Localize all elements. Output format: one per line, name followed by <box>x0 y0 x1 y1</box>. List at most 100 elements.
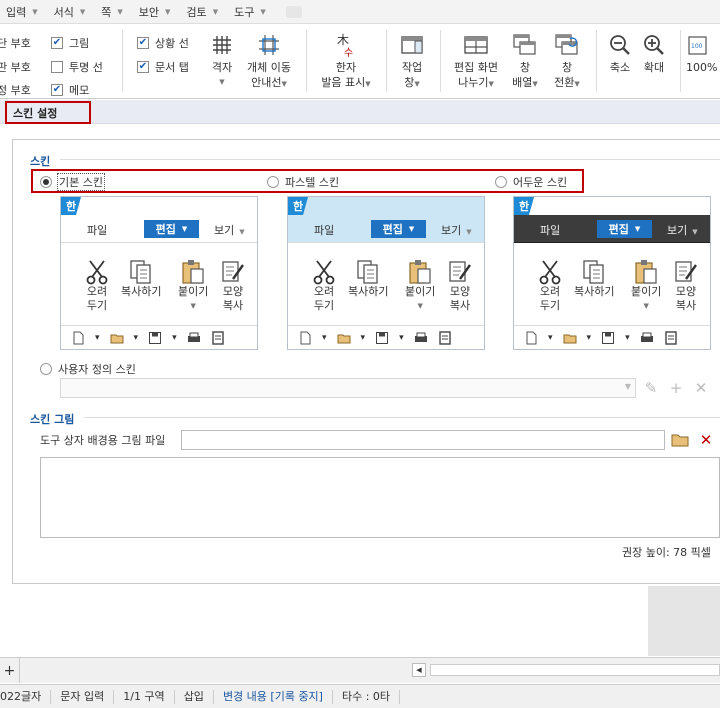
scissors-icon <box>86 260 108 285</box>
copy-tool: 복사하기 <box>121 259 161 299</box>
paste-tool: 붙이기 ▼ <box>178 259 208 313</box>
print-icon <box>414 332 427 342</box>
format-copy-tool: 모양 복사 <box>221 259 245 313</box>
status-section[interactable]: 1/1 구역 <box>114 689 175 704</box>
menu-review[interactable]: 검토 ▼ <box>186 4 218 20</box>
chevron-down-icon: ▼ <box>634 225 641 233</box>
check-paragraph-marks[interactable]: 정 부호 <box>0 82 31 98</box>
tab-file: 파일 <box>87 224 108 237</box>
skin-section-title: 스킨 <box>30 155 51 168</box>
chevron-down-icon: ▼ <box>181 225 188 233</box>
zoom-100-button[interactable]: 100 100% <box>686 30 720 75</box>
tab-file: 파일 <box>314 224 335 237</box>
horizontal-scrollbar[interactable]: + ◀ <box>0 657 720 683</box>
menu-bar: 입력 ▼ 서식 ▼ 쪽 ▼ 보안 ▼ 검토 ▼ 도구 ▼ <box>0 0 720 24</box>
chevron-down-icon: ▼ <box>574 80 580 88</box>
background-file-input[interactable] <box>181 430 665 450</box>
ribbon-separator <box>306 30 307 92</box>
dialog-title-bar: 스킨 설정 <box>0 100 720 124</box>
check-picture[interactable]: ✔ 그림 <box>51 35 89 51</box>
zoom-out-button[interactable]: 축소 <box>604 30 636 75</box>
skin-preview-dark[interactable]: 한 파일 편집 ▼ 보기 ▼ 오려 두기 복사하기 붙이기 ▼ 모양 복사 ▾ ▾ ▾ <box>513 196 711 350</box>
zoom-in-button[interactable]: 확대 <box>638 30 670 75</box>
split-window-icon <box>464 30 488 60</box>
chevron-down-icon: ▼ <box>32 7 38 16</box>
hanja-icon: 木수 <box>334 30 358 60</box>
ribbon-separator <box>122 30 123 92</box>
chevron-down-icon: ▼ <box>488 80 494 88</box>
checkbox-icon: ✔ <box>51 37 63 49</box>
app-logo-icon: 한 <box>514 197 534 215</box>
chevron-down-icon: ▼ <box>190 302 196 310</box>
checkbox-icon: ✔ <box>51 84 63 96</box>
work-window-button[interactable]: 작업 창▼ <box>394 30 430 92</box>
chevron-down-icon: ▼ <box>624 382 631 391</box>
menu-input[interactable]: 입력 ▼ <box>6 4 38 20</box>
cut-tool: 오려 두기 <box>312 259 336 313</box>
status-input-mode[interactable]: 문자 입력 <box>51 689 115 704</box>
status-track-changes[interactable]: 변경 내용 [기록 중지] <box>214 689 333 704</box>
ribbon-separator <box>596 30 597 92</box>
check-memo[interactable]: ✔ 메모 <box>51 82 89 98</box>
check-doc-tab[interactable]: ✔ 문서 탭 <box>137 59 189 75</box>
scroll-thumb[interactable] <box>430 664 720 676</box>
add-tab-icon[interactable]: + <box>0 658 20 683</box>
paste-tool: 붙이기 ▼ <box>405 259 435 313</box>
radio-pastel-skin[interactable]: 파스텔 스킨 <box>267 174 339 190</box>
check-page-marks[interactable]: 판 부호 <box>0 59 31 75</box>
chevron-down-icon: ▼ <box>117 7 123 16</box>
app-logo-icon: 한 <box>61 197 81 215</box>
check-transparent-line[interactable]: 투명 선 <box>51 59 103 75</box>
copy-icon <box>357 260 378 284</box>
radio-basic-skin[interactable]: 기본 스킨 <box>40 173 105 191</box>
status-insert-mode[interactable]: 삽입 <box>175 689 214 704</box>
chevron-down-icon: ▼ <box>239 228 245 236</box>
split-view-button[interactable]: 편집 화면 나누기▼ <box>446 30 506 92</box>
save-icon <box>149 331 162 344</box>
radio-icon <box>40 176 52 188</box>
chevron-down-icon: ▼ <box>260 7 266 16</box>
grid-icon <box>211 30 233 60</box>
custom-skin-select[interactable]: ▼ <box>60 378 636 398</box>
skin-preview-basic[interactable]: 한 파일 편집 ▼ 보기 ▼ 오려 두기 복사하기 붙이기 ▼ 모양 복사 ▾ ▾ ▾ <box>60 196 258 350</box>
radio-dark-skin[interactable]: 어두운 스킨 <box>495 174 567 190</box>
edit-pencil-icon[interactable]: ✎ <box>641 378 661 398</box>
radio-custom-skin[interactable]: 사용자 정의 스킨 <box>40 361 136 377</box>
menu-format[interactable]: 서식 ▼ <box>54 4 86 20</box>
menu-page[interactable]: 쪽 ▼ <box>101 4 123 20</box>
open-folder-icon <box>563 334 577 343</box>
menu-security[interactable]: 보안 ▼ <box>139 4 171 20</box>
window-switch-button[interactable]: 창 전환▼ <box>550 30 584 92</box>
add-icon[interactable]: + <box>666 378 686 398</box>
switch-window-icon <box>555 30 579 60</box>
status-bar: 022글자 문자 입력 1/1 구역 삽입 변경 내용 [기록 중지] 타수 :… <box>0 684 720 708</box>
menu-extra-icon[interactable] <box>285 5 302 18</box>
delete-x-icon[interactable]: ✕ <box>691 378 711 398</box>
format-painter-icon <box>222 261 244 282</box>
tab-edit: 편집 ▼ <box>144 220 199 238</box>
format-copy-tool: 모양 복사 <box>448 259 472 313</box>
scroll-left-icon[interactable]: ◀ <box>412 663 426 677</box>
cascade-windows-icon <box>513 30 537 60</box>
new-document-icon <box>73 331 84 344</box>
guide-line-button[interactable]: 개체 이동 안내선▼ <box>240 30 298 92</box>
skin-preview-pastel[interactable]: 한 파일 편집 ▼ 보기 ▼ 오려 두기 복사하기 붙이기 ▼ 모양 복사 ▾ ▾ ▾ <box>287 196 485 350</box>
app-logo-icon: 한 <box>288 197 308 215</box>
tab-view: 보기 ▼ <box>441 224 472 237</box>
window-arrange-button[interactable]: 창 배열▼ <box>508 30 542 92</box>
grid-button[interactable]: 격자 ▼ <box>205 30 239 90</box>
copy-icon <box>130 260 151 284</box>
chevron-down-icon: ▼ <box>532 80 538 88</box>
clear-x-icon[interactable]: ✕ <box>696 430 716 450</box>
svg-text:수: 수 <box>344 47 353 58</box>
ribbon-toolbar: 단 부호 판 부호 정 부호 ✔ 그림 투명 선 ✔ 메모 ✔ 상황 선 ✔ 문서 탭 … <box>0 24 720 99</box>
tab-edit: 편집 ▼ <box>597 220 652 238</box>
chevron-down-icon: ▼ <box>165 7 171 16</box>
check-column-marks[interactable]: 단 부호 <box>0 35 31 51</box>
menu-tools[interactable]: 도구 ▼ <box>234 4 266 20</box>
scissors-icon <box>539 260 561 285</box>
check-status-line[interactable]: ✔ 상황 선 <box>137 35 189 51</box>
hanja-button[interactable]: 木수 한자 발음 표시▼ <box>316 30 376 92</box>
print-icon <box>640 332 653 342</box>
open-folder-icon[interactable] <box>670 430 690 450</box>
